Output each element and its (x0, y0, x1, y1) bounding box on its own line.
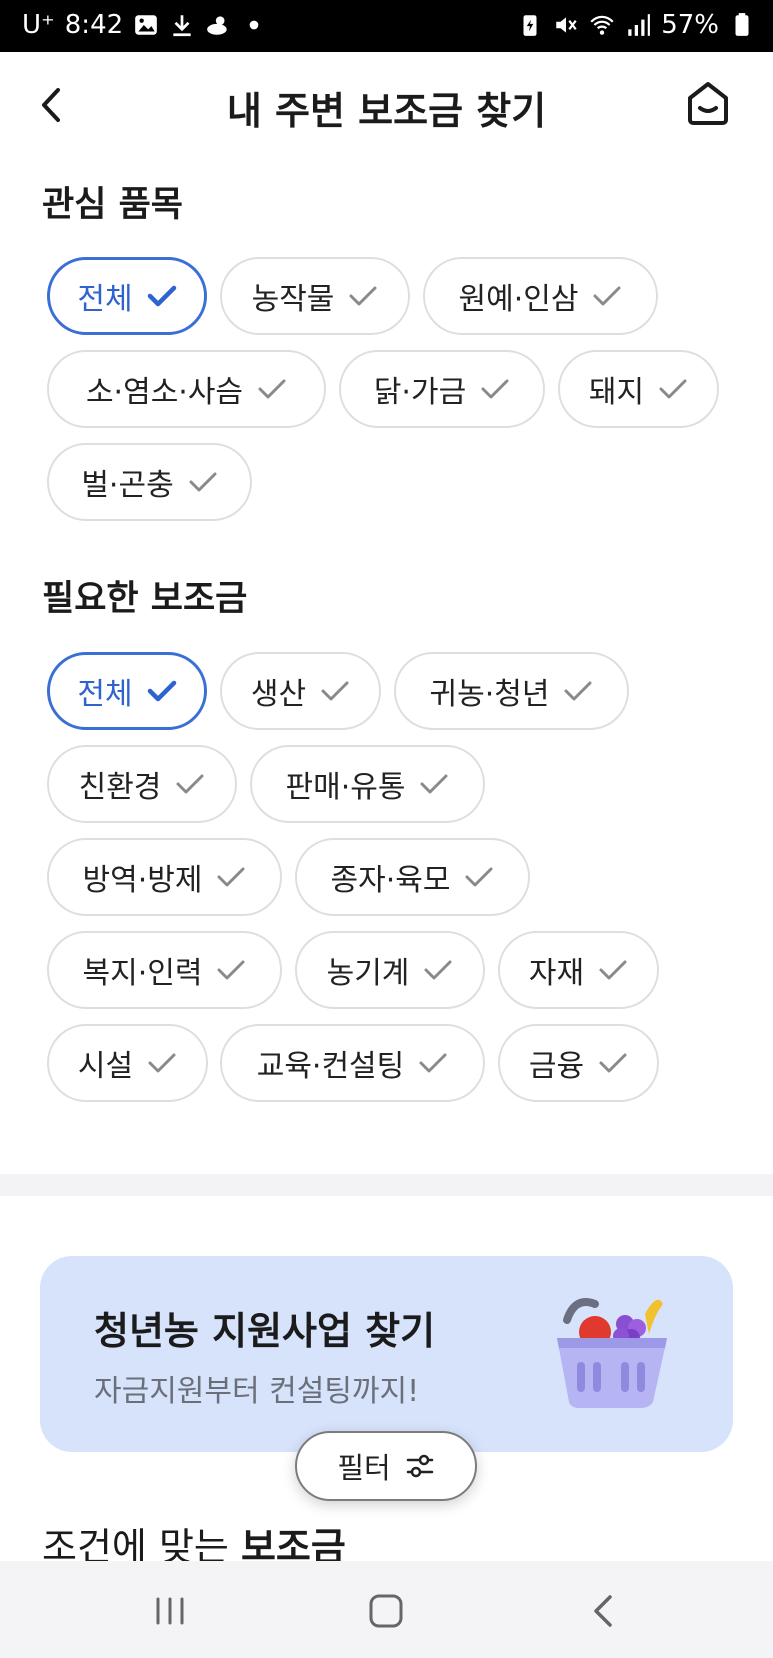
check-icon (147, 680, 176, 702)
battery-icon (735, 13, 749, 36)
chip-label: 농작물 (251, 282, 335, 317)
chip-label: 판매·유통 (285, 770, 406, 805)
sliders-icon (406, 1454, 433, 1478)
check-icon (659, 379, 687, 399)
chip-label: 벌·곤충 (81, 468, 174, 503)
chip-label: 금융 (528, 1049, 585, 1084)
chip-label: 복지·인력 (82, 956, 203, 991)
battery-saver-icon (523, 15, 537, 36)
chip-label: 농기계 (326, 956, 410, 991)
check-icon (258, 379, 286, 399)
check-icon (189, 472, 217, 492)
back-nav-icon[interactable] (584, 1591, 624, 1631)
banner-subtitle: 자금지원부터 컨설팅까지! (94, 1374, 420, 1409)
chip-label: 전체 (77, 677, 133, 712)
chip-label: 귀농·청년 (429, 677, 550, 712)
check-icon (465, 867, 493, 887)
check-icon (217, 960, 245, 980)
check-icon (217, 867, 245, 887)
download-icon (173, 15, 191, 37)
home-icon[interactable] (683, 78, 733, 128)
chip-label: 닭·가금 (373, 375, 467, 410)
subsidy-chip-all[interactable]: 전체 (47, 652, 207, 730)
subsidy-chip-education[interactable]: 교육·컨설팅 (220, 1024, 485, 1102)
check-icon (147, 285, 176, 307)
banner-title: 청년농 지원사업 찾기 (94, 1309, 436, 1353)
chip-label: 시설 (77, 1049, 134, 1084)
interest-chip-horticulture[interactable]: 원예·인삼 (423, 257, 658, 335)
chip-label: 자재 (528, 956, 585, 991)
recent-apps-icon[interactable] (150, 1591, 190, 1631)
chip-label: 방역·방제 (82, 863, 203, 898)
system-navigation-bar (0, 1561, 773, 1658)
interest-chip-poultry[interactable]: 닭·가금 (339, 350, 545, 428)
top-app-bar: 내 주변 보조금 찾기 (0, 52, 773, 156)
subsidy-chip-sales[interactable]: 판매·유통 (250, 745, 485, 823)
check-icon (321, 681, 349, 701)
subsidy-chip-welfare[interactable]: 복지·인력 (47, 931, 282, 1009)
subsidy-chip-materials[interactable]: 자재 (498, 931, 659, 1009)
subsidy-chip-eco[interactable]: 친환경 (47, 745, 237, 823)
check-icon (349, 286, 377, 306)
subsidy-chip-facility[interactable]: 시설 (47, 1024, 208, 1102)
interest-chip-pig[interactable]: 돼지 (558, 350, 719, 428)
chip-label: 친환경 (78, 770, 162, 805)
check-icon (599, 1053, 627, 1073)
youth-farmer-banner[interactable]: 청년농 지원사업 찾기 자금지원부터 컨설팅까지! (40, 1256, 733, 1452)
chip-label: 소·염소·사슴 (85, 375, 244, 410)
battery-percent: 57% (661, 10, 719, 40)
chip-label: 돼지 (588, 375, 645, 410)
subsidy-section-title: 필요한 보조금 (42, 579, 248, 619)
chip-label: 원예·인삼 (458, 282, 579, 317)
chip-label: 전체 (77, 282, 133, 317)
check-icon (599, 960, 627, 980)
mute-icon (556, 17, 577, 33)
interest-chip-bee[interactable]: 벌·곤충 (47, 443, 252, 521)
weather-icon (207, 16, 227, 35)
notification-dot-icon (249, 20, 259, 30)
signal-icon (628, 14, 651, 36)
check-icon (419, 1053, 447, 1073)
page-title: 내 주변 보조금 찾기 (226, 89, 547, 133)
check-icon (424, 960, 452, 980)
interest-section-title: 관심 품목 (42, 185, 183, 225)
check-icon (420, 774, 448, 794)
carrier-label: U⁺ (22, 10, 55, 40)
home-nav-icon[interactable] (366, 1591, 406, 1631)
wifi-icon (590, 15, 614, 35)
chip-label: 종자·육모 (330, 863, 451, 898)
filter-label: 필터 (337, 1451, 391, 1485)
gallery-icon (135, 15, 157, 35)
subsidy-chip-youth[interactable]: 귀농·청년 (394, 652, 629, 730)
check-icon (564, 681, 592, 701)
subsidy-chip-machinery[interactable]: 농기계 (295, 931, 485, 1009)
section-divider (0, 1174, 773, 1196)
status-bar: U⁺ 8:42 57% (0, 0, 773, 52)
subsidy-chip-quarantine[interactable]: 방역·방제 (47, 838, 282, 916)
clock: 8:42 (64, 10, 124, 40)
interest-chip-cattle[interactable]: 소·염소·사슴 (47, 350, 326, 428)
chip-label: 교육·컨설팅 (256, 1049, 405, 1084)
check-icon (148, 1053, 176, 1073)
check-icon (593, 286, 621, 306)
interest-chip-crops[interactable]: 농작물 (220, 257, 410, 335)
check-icon (176, 774, 204, 794)
filter-button[interactable]: 필터 (295, 1431, 477, 1501)
interest-chip-all[interactable]: 전체 (47, 257, 207, 335)
chip-label: 생산 (250, 677, 307, 712)
subsidy-chip-seeds[interactable]: 종자·육모 (295, 838, 530, 916)
shopping-basket-icon (557, 1298, 667, 1408)
check-icon (481, 379, 509, 399)
subsidy-chip-finance[interactable]: 금융 (498, 1024, 659, 1102)
subsidy-chip-production[interactable]: 생산 (220, 652, 381, 730)
